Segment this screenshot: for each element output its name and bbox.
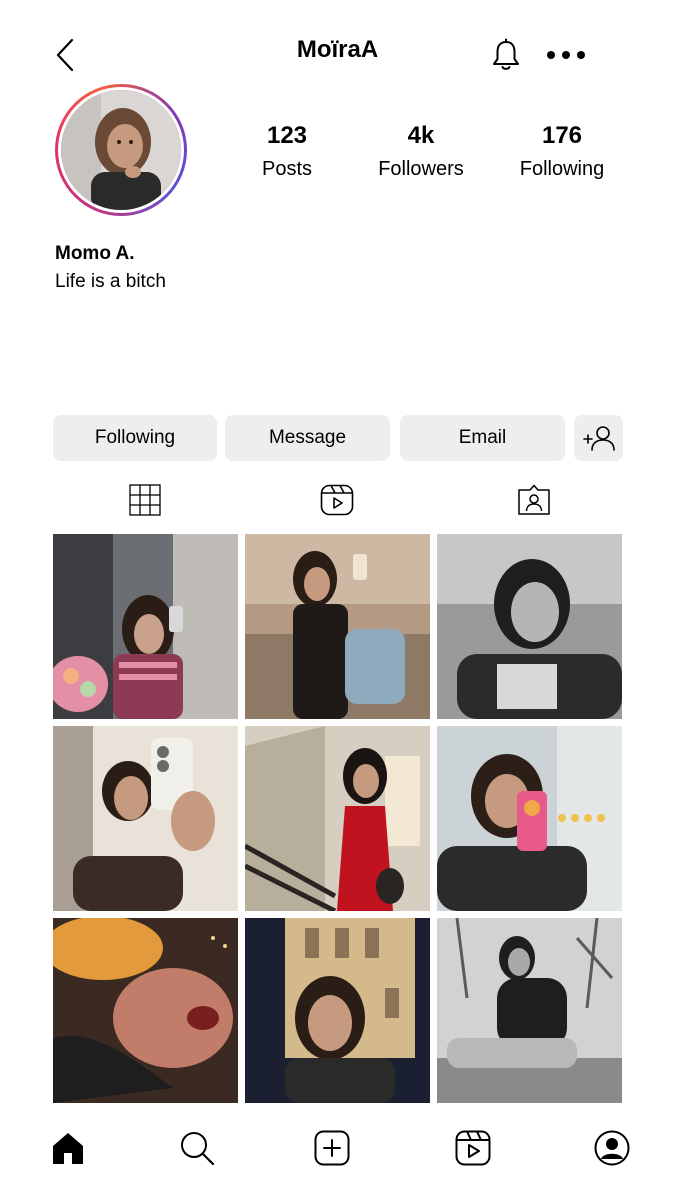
message-button[interactable]: Message bbox=[225, 415, 390, 461]
following-count-value: 176 bbox=[541, 122, 583, 149]
more-horizontal-icon bbox=[547, 51, 585, 59]
post-photo bbox=[53, 918, 238, 1103]
nav-reels[interactable] bbox=[453, 1128, 493, 1168]
post-photo bbox=[437, 726, 622, 911]
notifications-button[interactable] bbox=[488, 36, 524, 74]
tab-posts-grid[interactable] bbox=[125, 482, 165, 518]
post-photo bbox=[437, 918, 622, 1103]
posts-count[interactable]: 123 Posts bbox=[217, 122, 357, 181]
post-photo bbox=[53, 534, 238, 719]
posts-count-value: 123 bbox=[266, 122, 308, 149]
profile-avatar[interactable] bbox=[55, 84, 187, 216]
display-name: Momo A. bbox=[55, 243, 135, 264]
nav-profile[interactable] bbox=[592, 1128, 632, 1168]
post-photo bbox=[245, 726, 430, 911]
search-icon bbox=[181, 1132, 215, 1166]
followers-count-value: 4k bbox=[407, 122, 435, 149]
create-post-icon bbox=[314, 1130, 350, 1166]
following-count[interactable]: 176 Following bbox=[492, 122, 632, 181]
add-person-icon bbox=[582, 426, 615, 451]
post-thumbnail[interactable] bbox=[437, 918, 622, 1103]
nav-home[interactable] bbox=[48, 1128, 88, 1168]
post-thumbnail[interactable] bbox=[53, 918, 238, 1103]
post-thumbnail[interactable] bbox=[245, 726, 430, 911]
add-friend-button[interactable] bbox=[574, 415, 623, 461]
followers-count[interactable]: 4k Followers bbox=[351, 122, 491, 181]
post-photo bbox=[245, 918, 430, 1103]
post-thumbnail[interactable] bbox=[53, 534, 238, 719]
post-thumbnail[interactable] bbox=[53, 726, 238, 911]
reels-icon bbox=[455, 1130, 491, 1166]
home-icon bbox=[53, 1133, 83, 1164]
post-thumbnail[interactable] bbox=[437, 726, 622, 911]
posts-count-label: Posts bbox=[261, 158, 313, 180]
profile-icon bbox=[594, 1130, 630, 1166]
nav-search[interactable] bbox=[177, 1128, 217, 1168]
tab-reels[interactable] bbox=[317, 482, 357, 518]
followers-count-label: Followers bbox=[378, 158, 464, 180]
more-options-button[interactable] bbox=[544, 40, 588, 70]
following-count-label: Following bbox=[519, 158, 605, 180]
post-photo bbox=[437, 534, 622, 719]
post-thumbnail[interactable] bbox=[245, 534, 430, 719]
post-thumbnail[interactable] bbox=[245, 918, 430, 1103]
post-photo bbox=[53, 726, 238, 911]
post-thumbnail[interactable] bbox=[437, 534, 622, 719]
following-button[interactable]: Following bbox=[53, 415, 217, 461]
email-button[interactable]: Email bbox=[400, 415, 565, 461]
nav-create[interactable] bbox=[312, 1128, 352, 1168]
bio-text: Life is a bitch bbox=[55, 271, 166, 292]
posts-grid bbox=[53, 534, 623, 1104]
tab-tagged[interactable] bbox=[514, 482, 554, 518]
avatar bbox=[58, 87, 184, 213]
reels-icon bbox=[320, 484, 354, 516]
grid-icon bbox=[129, 484, 161, 516]
tagged-icon bbox=[518, 484, 550, 515]
avatar-photo bbox=[61, 90, 181, 210]
bell-icon bbox=[493, 38, 519, 70]
post-photo bbox=[245, 534, 430, 719]
